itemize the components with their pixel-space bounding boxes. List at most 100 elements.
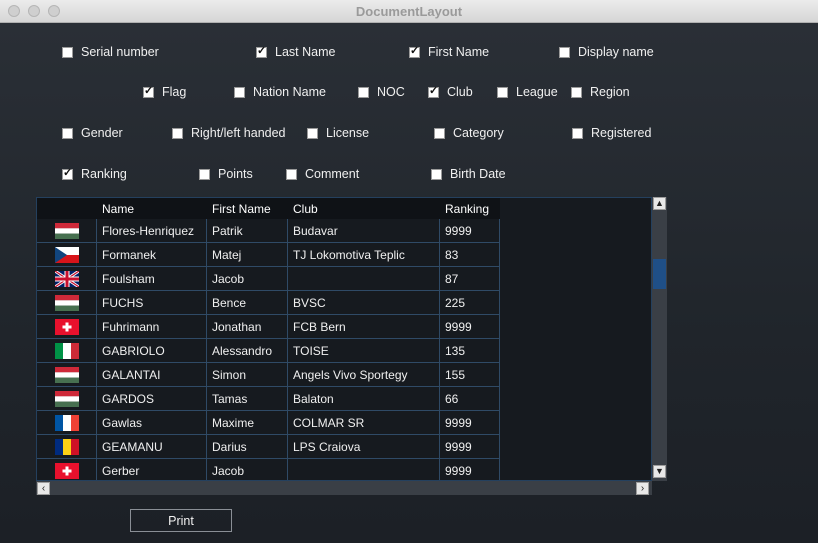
name-cell: Gawlas bbox=[96, 410, 207, 435]
ranking-cell: 225 bbox=[439, 290, 500, 315]
checkbox-license-box[interactable] bbox=[307, 127, 318, 139]
checkbox-serial-number-box[interactable] bbox=[62, 46, 73, 58]
first-name-cell: Bence bbox=[206, 290, 288, 315]
table-row[interactable]: Flores-Henriquez Patrik Budavar 9999 bbox=[37, 219, 500, 243]
table-row[interactable]: GARDOS Tamas Balaton 66 bbox=[37, 386, 500, 411]
ranking-cell: 9999 bbox=[439, 434, 500, 459]
italy-flag bbox=[37, 338, 97, 363]
club-cell: Angels Vivo Sportegy bbox=[287, 362, 440, 387]
checkbox-region-box[interactable] bbox=[571, 86, 582, 98]
checkbox-club[interactable]: Club bbox=[428, 84, 473, 99]
checkbox-ranking[interactable]: Ranking bbox=[62, 166, 127, 181]
checkbox-category[interactable]: Category bbox=[434, 126, 504, 140]
checkbox-birth-date[interactable]: Birth Date bbox=[431, 167, 506, 181]
name-cell: Fuhrimann bbox=[96, 314, 207, 339]
checkbox-display-name-label: Display name bbox=[578, 45, 654, 59]
table-row[interactable]: GABRIOLO Alessandro TOISE 135 bbox=[37, 338, 500, 363]
checkbox-comment-box[interactable] bbox=[286, 168, 297, 180]
checkbox-ranking-label: Ranking bbox=[81, 167, 127, 181]
checkbox-noc[interactable]: NOC bbox=[358, 85, 405, 99]
first-name-cell: Simon bbox=[206, 362, 288, 387]
checkbox-last-name[interactable]: Last Name bbox=[256, 44, 335, 59]
first-name-cell: Tamas bbox=[206, 386, 288, 411]
checkbox-flag[interactable]: Flag bbox=[143, 84, 187, 99]
scroll-down-icon[interactable]: ▼ bbox=[653, 465, 666, 478]
checkbox-gender-label: Gender bbox=[81, 126, 123, 140]
checkbox-nation-name[interactable]: Nation Name bbox=[234, 85, 326, 99]
table-row[interactable]: Foulsham Jacob 87 bbox=[37, 266, 500, 291]
table-row[interactable]: Formanek Matej TJ Lokomotiva Teplic 83 bbox=[37, 242, 500, 267]
checkbox-league-label: League bbox=[516, 85, 558, 99]
checkbox-first-name[interactable]: First Name bbox=[409, 44, 490, 59]
hungary-flag bbox=[37, 386, 97, 411]
checkbox-license[interactable]: License bbox=[307, 126, 369, 140]
checkbox-gender-box[interactable] bbox=[62, 127, 73, 139]
checkbox-points-box[interactable] bbox=[199, 168, 210, 180]
ranking-cell: 9999 bbox=[439, 219, 500, 243]
horizontal-scrollbar[interactable]: ‹ › bbox=[36, 481, 652, 495]
scroll-left-icon[interactable]: ‹ bbox=[37, 482, 50, 495]
checkbox-category-box[interactable] bbox=[434, 127, 445, 139]
checkbox-gender[interactable]: Gender bbox=[62, 126, 123, 140]
checkbox-birth-date-box[interactable] bbox=[431, 168, 442, 180]
vertical-scrollbar[interactable]: ▲ ▼ bbox=[652, 197, 667, 481]
checkbox-right-left-handed-label: Right/left handed bbox=[191, 126, 286, 140]
name-cell: GARDOS bbox=[96, 386, 207, 411]
players-table: Name First Name Club Ranking Flores-Henr… bbox=[36, 197, 652, 481]
checkbox-points[interactable]: Points bbox=[199, 167, 253, 181]
table-row[interactable]: GALANTAI Simon Angels Vivo Sportegy 155 bbox=[37, 362, 500, 387]
ranking-cell: 87 bbox=[439, 266, 500, 291]
club-cell: Balaton bbox=[287, 386, 440, 411]
checkbox-serial-number-label: Serial number bbox=[81, 45, 159, 59]
name-cell: FUCHS bbox=[96, 290, 207, 315]
switzerland-flag bbox=[37, 314, 97, 339]
checkbox-display-name[interactable]: Display name bbox=[559, 45, 654, 59]
checkbox-first-name-box[interactable] bbox=[409, 44, 420, 58]
checkbox-first-name-label: First Name bbox=[428, 45, 490, 59]
checkbox-display-name-box[interactable] bbox=[559, 46, 570, 58]
print-button[interactable]: Print bbox=[130, 509, 232, 532]
column-header-ranking[interactable]: Ranking bbox=[439, 198, 500, 219]
checkbox-registered-label: Registered bbox=[591, 126, 652, 140]
name-cell: Foulsham bbox=[96, 266, 207, 291]
scroll-up-icon[interactable]: ▲ bbox=[653, 197, 666, 210]
vertical-scroll-thumb[interactable] bbox=[653, 259, 666, 289]
first-name-cell: Alessandro bbox=[206, 338, 288, 363]
checkbox-club-label: Club bbox=[447, 85, 473, 99]
first-name-cell: Maxime bbox=[206, 410, 288, 435]
first-name-cell: Jacob bbox=[206, 266, 288, 291]
checkbox-region[interactable]: Region bbox=[571, 85, 630, 99]
checkbox-noc-box[interactable] bbox=[358, 86, 369, 98]
column-header-name[interactable]: Name bbox=[96, 198, 207, 219]
column-header-first-name[interactable]: First Name bbox=[206, 198, 288, 219]
checkbox-club-box[interactable] bbox=[428, 84, 439, 98]
checkbox-serial-number[interactable]: Serial number bbox=[62, 45, 159, 59]
hungary-flag bbox=[37, 290, 97, 315]
table-row[interactable]: Gawlas Maxime COLMAR SR 9999 bbox=[37, 410, 500, 435]
checkbox-league-box[interactable] bbox=[497, 86, 508, 98]
scroll-right-icon[interactable]: › bbox=[636, 482, 649, 495]
club-cell: TJ Lokomotiva Teplic bbox=[287, 242, 440, 267]
table-row[interactable]: Fuhrimann Jonathan FCB Bern 9999 bbox=[37, 314, 500, 339]
checkbox-comment-label: Comment bbox=[305, 167, 360, 181]
column-header-flag[interactable] bbox=[37, 198, 97, 219]
table-row[interactable]: Gerber Jacob 9999 bbox=[37, 458, 500, 480]
checkbox-right-left-handed[interactable]: Right/left handed bbox=[172, 126, 286, 140]
checkbox-comment[interactable]: Comment bbox=[286, 167, 359, 181]
checkbox-ranking-box[interactable] bbox=[62, 166, 73, 180]
checkbox-flag-label: Flag bbox=[162, 85, 187, 99]
checkbox-region-label: Region bbox=[590, 85, 630, 99]
checkbox-league[interactable]: League bbox=[497, 85, 558, 99]
checkbox-flag-box[interactable] bbox=[143, 84, 154, 98]
club-cell: LPS Craiova bbox=[287, 434, 440, 459]
ranking-cell: 9999 bbox=[439, 410, 500, 435]
checkbox-registered[interactable]: Registered bbox=[572, 126, 651, 140]
first-name-cell: Jacob bbox=[206, 458, 288, 480]
checkbox-right-left-handed-box[interactable] bbox=[172, 127, 183, 139]
column-header-club[interactable]: Club bbox=[287, 198, 440, 219]
checkbox-last-name-box[interactable] bbox=[256, 44, 267, 58]
checkbox-registered-box[interactable] bbox=[572, 127, 583, 139]
checkbox-nation-name-box[interactable] bbox=[234, 86, 245, 98]
table-row[interactable]: FUCHS Bence BVSC 225 bbox=[37, 290, 500, 315]
table-row[interactable]: GEAMANU Darius LPS Craiova 9999 bbox=[37, 434, 500, 459]
